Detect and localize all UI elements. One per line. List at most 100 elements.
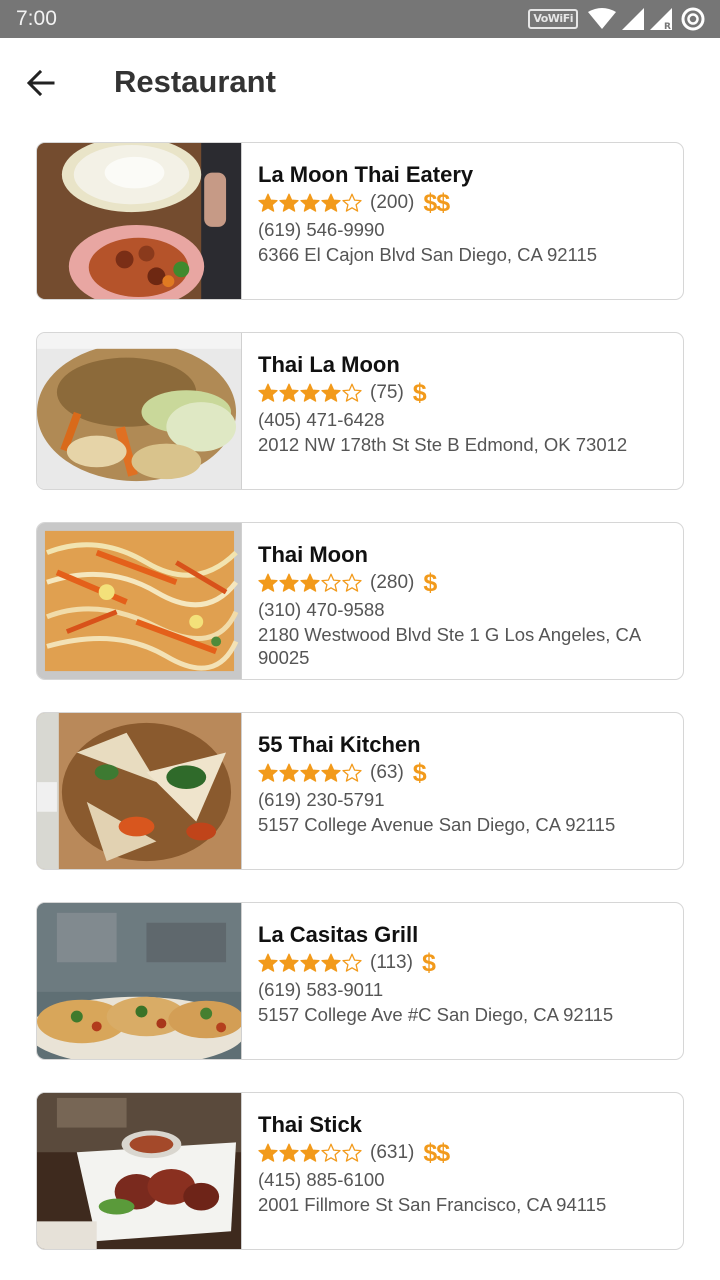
rating-row: (63) $ — [258, 759, 667, 787]
star-filled-icon — [321, 193, 341, 212]
review-count: (280) — [370, 572, 415, 593]
address: 2180 Westwood Blvd Ste 1 G Los Angeles, … — [258, 624, 641, 668]
star-filled-icon — [279, 953, 299, 972]
rating-row: (113) $ — [258, 949, 667, 977]
status-bar: 7:00 VoWiFi R — [0, 0, 720, 38]
rating-row: (631) $$ — [258, 1139, 667, 1167]
rating-row: (75) $ — [258, 379, 667, 407]
restaurant-photo — [37, 523, 242, 679]
restaurant-card[interactable]: Thai La Moon (75) $ (405) 471-6428 2012 … — [36, 332, 684, 490]
restaurant-info: La Casitas Grill (113) $ (619) 583-9011 … — [258, 921, 667, 1026]
star-filled-icon — [300, 763, 320, 782]
restaurant-name: La Casitas Grill — [258, 922, 419, 947]
review-count: (113) — [370, 952, 413, 973]
star-rating — [258, 1143, 362, 1163]
phone-number[interactable]: (619) 583-9011 — [258, 977, 667, 1003]
phone-number[interactable]: (405) 471-6428 — [258, 407, 667, 433]
restaurant-info: La Moon Thai Eatery (200) $$ (619) 546-9… — [258, 161, 667, 266]
restaurant-info: Thai Moon (280) $ (310) 470-9588 2180 We… — [258, 541, 667, 669]
restaurant-photo — [37, 333, 242, 489]
vowifi-badge: VoWiFi — [528, 9, 578, 29]
restaurant-card[interactable]: La Moon Thai Eatery (200) $$ (619) 546-9… — [36, 142, 684, 300]
star-filled-icon — [300, 193, 320, 212]
restaurant-info: 55 Thai Kitchen (63) $ (619) 230-5791 51… — [258, 731, 667, 836]
address: 5157 College Ave #C San Diego, CA 92115 — [258, 1004, 614, 1025]
review-count: (631) — [370, 1142, 415, 1163]
phone-number[interactable]: (415) 885-6100 — [258, 1167, 667, 1193]
arrow-back-icon — [27, 70, 55, 96]
restaurant-name: La Moon Thai Eatery — [258, 162, 474, 187]
restaurant-photo — [37, 143, 242, 299]
price-level: $ — [423, 569, 437, 597]
restaurant-name: 55 Thai Kitchen — [258, 732, 421, 757]
restaurant-list: La Moon Thai Eatery (200) $$ (619) 546-9… — [36, 142, 684, 1280]
review-count: (75) — [370, 382, 404, 403]
restaurant-card[interactable]: Thai Stick (631) $$ (415) 885-6100 2001 … — [36, 1092, 684, 1250]
wifi-icon — [588, 8, 616, 29]
restaurant-photo — [37, 713, 242, 869]
price-level: $$ — [423, 1139, 450, 1167]
star-empty-icon — [321, 1143, 341, 1162]
status-icons: VoWiFi R — [528, 7, 706, 31]
address: 6366 El Cajon Blvd San Diego, CA 92115 — [258, 244, 598, 265]
star-empty-icon — [342, 383, 362, 402]
star-empty-icon — [342, 763, 362, 782]
star-filled-icon — [279, 763, 299, 782]
price-level: $ — [412, 379, 427, 407]
restaurant-info: Thai Stick (631) $$ (415) 885-6100 2001 … — [258, 1111, 667, 1216]
star-filled-icon — [279, 573, 299, 592]
star-empty-icon — [342, 193, 362, 212]
star-filled-icon — [258, 193, 278, 212]
signal-icon — [622, 8, 644, 30]
star-empty-icon — [342, 573, 362, 592]
star-rating — [258, 573, 362, 593]
star-rating — [258, 763, 362, 783]
page-title: Restaurant — [114, 64, 276, 99]
star-filled-icon — [321, 383, 341, 402]
star-filled-icon — [300, 383, 320, 402]
svg-text:R: R — [664, 22, 671, 30]
star-empty-icon — [342, 1143, 362, 1162]
star-filled-icon — [258, 953, 278, 972]
address: 2012 NW 178th St Ste B Edmond, OK 73012 — [258, 434, 628, 455]
price-level: $$ — [423, 189, 450, 217]
restaurant-info: Thai La Moon (75) $ (405) 471-6428 2012 … — [258, 351, 667, 456]
star-empty-icon — [321, 573, 341, 592]
address: 2001 Fillmore St San Francisco, CA 94115 — [258, 1194, 607, 1215]
restaurant-card[interactable]: Thai Moon (280) $ (310) 470-9588 2180 We… — [36, 522, 684, 680]
star-rating — [258, 953, 362, 973]
back-button[interactable] — [20, 62, 62, 104]
star-filled-icon — [258, 763, 278, 782]
star-filled-icon — [300, 953, 320, 972]
restaurant-name: Thai Moon — [258, 542, 368, 567]
restaurant-photo — [37, 903, 242, 1059]
sync-icon — [681, 7, 705, 31]
restaurant-name: Thai Stick — [258, 1112, 362, 1137]
restaurant-photo — [37, 1093, 242, 1249]
star-filled-icon — [300, 573, 320, 592]
star-filled-icon — [258, 573, 278, 592]
star-empty-icon — [342, 953, 362, 972]
review-count: (63) — [370, 762, 404, 783]
price-level: $ — [412, 759, 427, 787]
status-time: 7:00 — [16, 7, 57, 30]
review-count: (200) — [370, 192, 415, 213]
star-rating — [258, 383, 362, 403]
restaurant-card[interactable]: 55 Thai Kitchen (63) $ (619) 230-5791 51… — [36, 712, 684, 870]
signal-r-icon: R — [650, 8, 672, 30]
star-filled-icon — [258, 1143, 278, 1162]
star-filled-icon — [258, 383, 278, 402]
rating-row: (200) $$ — [258, 189, 667, 217]
price-level: $ — [421, 949, 436, 977]
phone-number[interactable]: (619) 546-9990 — [258, 217, 667, 243]
phone-number[interactable]: (310) 470-9588 — [258, 597, 667, 623]
star-filled-icon — [279, 193, 299, 212]
restaurant-name: Thai La Moon — [258, 352, 400, 377]
phone-number[interactable]: (619) 230-5791 — [258, 787, 667, 813]
star-rating — [258, 193, 362, 213]
restaurant-card[interactable]: La Casitas Grill (113) $ (619) 583-9011 … — [36, 902, 684, 1060]
rating-row: (280) $ — [258, 569, 667, 597]
star-filled-icon — [321, 763, 341, 782]
address: 5157 College Avenue San Diego, CA 92115 — [258, 814, 616, 835]
star-filled-icon — [300, 1143, 320, 1162]
